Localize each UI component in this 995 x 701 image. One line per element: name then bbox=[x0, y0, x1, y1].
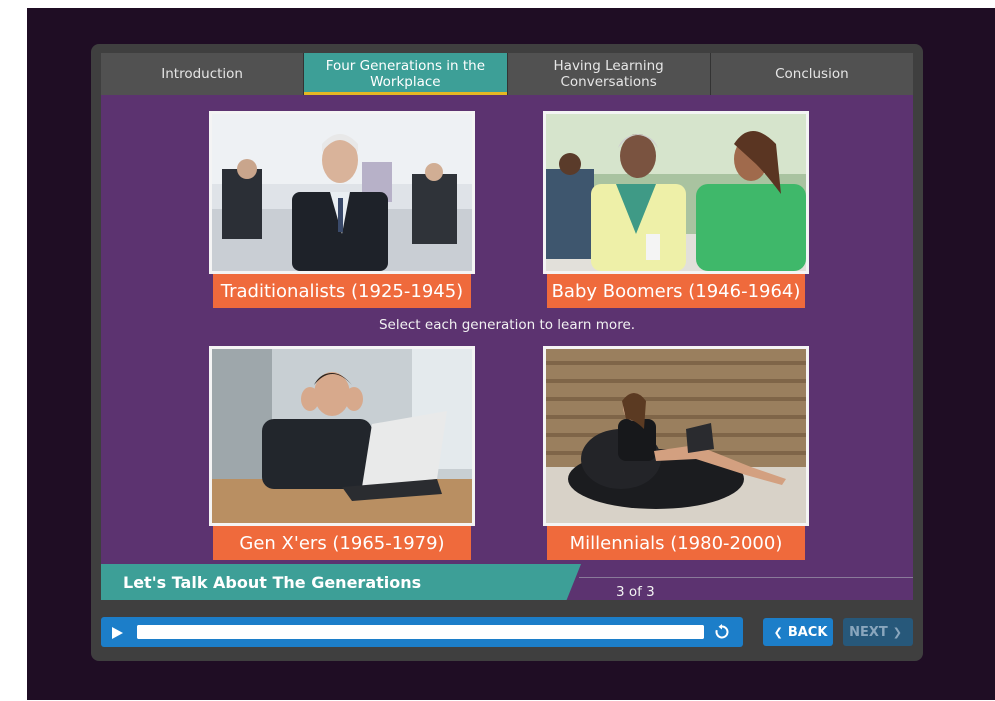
chevron-right-icon: ❯ bbox=[892, 625, 902, 639]
generation-label: Baby Boomers (1946-1964) bbox=[547, 274, 805, 308]
tab-label: Introduction bbox=[161, 66, 243, 82]
card-traditionalists[interactable]: Traditionalists (1925-1945) bbox=[209, 111, 475, 308]
progress-fill bbox=[137, 625, 704, 639]
tab-label: Having Learning Conversations bbox=[553, 58, 664, 90]
back-label: BACK bbox=[787, 624, 828, 640]
woman-beanbag-laptop-photo bbox=[543, 346, 809, 526]
slide-content: Traditionalists (1925-1945) Baby Boomers… bbox=[101, 95, 913, 600]
instruction-text: Select each generation to learn more. bbox=[378, 317, 636, 333]
tab-label: Four Generations in the Workplace bbox=[325, 58, 486, 90]
tab-learning-conversations[interactable]: Having Learning Conversations bbox=[507, 53, 711, 95]
women-talking-cafe-photo bbox=[543, 111, 809, 274]
tab-introduction[interactable]: Introduction bbox=[101, 53, 305, 95]
tab-conclusion[interactable]: Conclusion bbox=[710, 53, 913, 95]
card-millennials[interactable]: Millennials (1980-2000) bbox=[543, 346, 809, 560]
card-baby-boomers[interactable]: Baby Boomers (1946-1964) bbox=[543, 111, 809, 308]
chevron-left-icon: ❮ bbox=[773, 625, 783, 639]
seek-bar bbox=[101, 617, 743, 647]
back-button[interactable]: ❮ BACK bbox=[763, 618, 833, 646]
slide-title: Let's Talk About The Generations bbox=[101, 564, 581, 600]
slide-counter: 3 of 3 bbox=[616, 584, 655, 600]
slide-footer: Let's Talk About The Generations 3 of 3 bbox=[101, 564, 913, 600]
section-tabs: Introduction Four Generations in the Wor… bbox=[101, 53, 913, 95]
tab-four-generations[interactable]: Four Generations in the Workplace bbox=[304, 53, 508, 95]
play-icon[interactable] bbox=[110, 625, 124, 639]
generation-label: Traditionalists (1925-1945) bbox=[213, 274, 471, 308]
next-label: NEXT bbox=[849, 624, 888, 640]
progress-track[interactable] bbox=[137, 625, 704, 639]
man-in-suit-office-photo bbox=[209, 111, 475, 274]
replay-icon[interactable] bbox=[714, 624, 730, 640]
tab-label: Conclusion bbox=[775, 66, 849, 82]
card-gen-xers[interactable]: Gen X'ers (1965-1979) bbox=[209, 346, 475, 560]
stressed-man-laptop-photo bbox=[209, 346, 475, 526]
course-player: Introduction Four Generations in the Wor… bbox=[91, 44, 923, 661]
generation-label: Gen X'ers (1965-1979) bbox=[213, 526, 471, 560]
generation-label: Millennials (1980-2000) bbox=[547, 526, 805, 560]
divider bbox=[579, 577, 913, 578]
player-controls: ❮ BACK NEXT ❯ bbox=[101, 617, 913, 649]
next-button[interactable]: NEXT ❯ bbox=[843, 618, 913, 646]
